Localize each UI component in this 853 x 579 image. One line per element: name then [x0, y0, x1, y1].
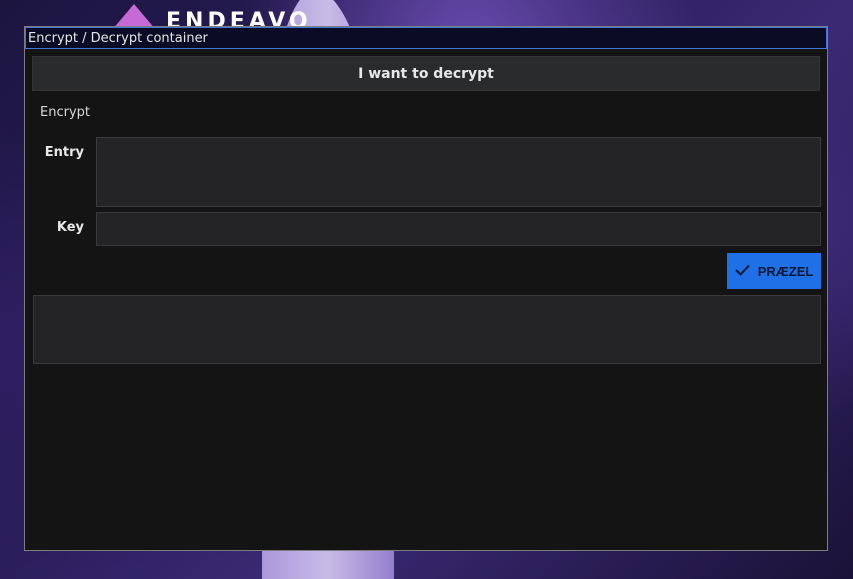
toggle-button-label: I want to decrypt — [358, 65, 494, 82]
output-field[interactable] — [33, 295, 821, 364]
entry-field[interactable] — [96, 137, 821, 207]
submit-button[interactable]: PRÆZEL — [727, 253, 821, 289]
submit-button-label: PRÆZEL — [757, 263, 814, 279]
check-icon — [734, 264, 750, 279]
window-titlebar[interactable]: Encrypt / Decrypt container — [25, 27, 827, 49]
window-title: Encrypt / Decrypt container — [28, 30, 208, 46]
key-label: Key — [56, 220, 84, 235]
key-field[interactable] — [96, 212, 821, 246]
mode-heading: Encrypt — [40, 105, 90, 120]
entry-label: Entry — [44, 145, 84, 160]
encrypt-decrypt-window: Encrypt / Decrypt container I want to de… — [24, 26, 828, 551]
decrypt-mode-toggle-button[interactable]: I want to decrypt — [32, 56, 820, 91]
